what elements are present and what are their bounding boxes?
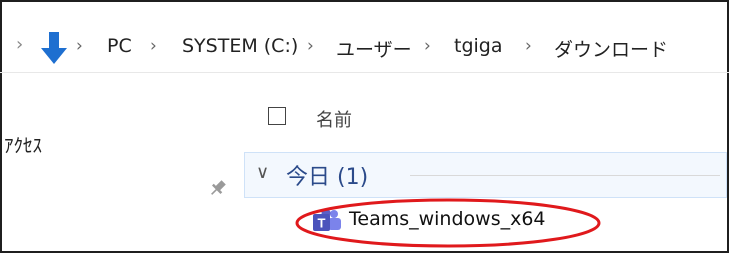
- breadcrumb-item-system[interactable]: SYSTEM (C:): [182, 35, 298, 57]
- chevron-left-icon[interactable]: ›: [16, 34, 23, 55]
- address-bar[interactable]: › › PC › SYSTEM (C:) › ユーザー › tgiga › ダウ…: [2, 22, 727, 72]
- nav-quick-access[interactable]: ｱｸｾｽ: [4, 131, 42, 158]
- group-label: 今日 (1): [286, 165, 369, 190]
- pin-icon[interactable]: [207, 177, 229, 199]
- breadcrumb-separator-icon: ›: [424, 36, 431, 56]
- breadcrumb-item-pc[interactable]: PC: [107, 35, 132, 57]
- highlight-oval: [295, 198, 601, 248]
- breadcrumb-item-tgiga[interactable]: tgiga: [454, 35, 503, 57]
- breadcrumb-separator-icon: ›: [307, 36, 314, 56]
- select-all-checkbox[interactable]: [268, 107, 286, 125]
- breadcrumb-separator-icon: ›: [76, 36, 83, 56]
- download-arrow-icon: [41, 32, 67, 64]
- breadcrumb-separator-icon: ›: [525, 36, 532, 56]
- chevron-down-icon[interactable]: ∨: [256, 162, 269, 183]
- breadcrumb-separator-icon: ›: [150, 36, 157, 56]
- group-divider-line: [410, 175, 720, 176]
- window-border-top: [0, 0, 729, 2]
- column-header-name[interactable]: 名前: [316, 106, 352, 132]
- breadcrumb-item-users[interactable]: ユーザー: [336, 35, 412, 62]
- address-bar-divider: [0, 72, 729, 73]
- breadcrumb-item-downloads[interactable]: ダウンロード: [554, 35, 668, 62]
